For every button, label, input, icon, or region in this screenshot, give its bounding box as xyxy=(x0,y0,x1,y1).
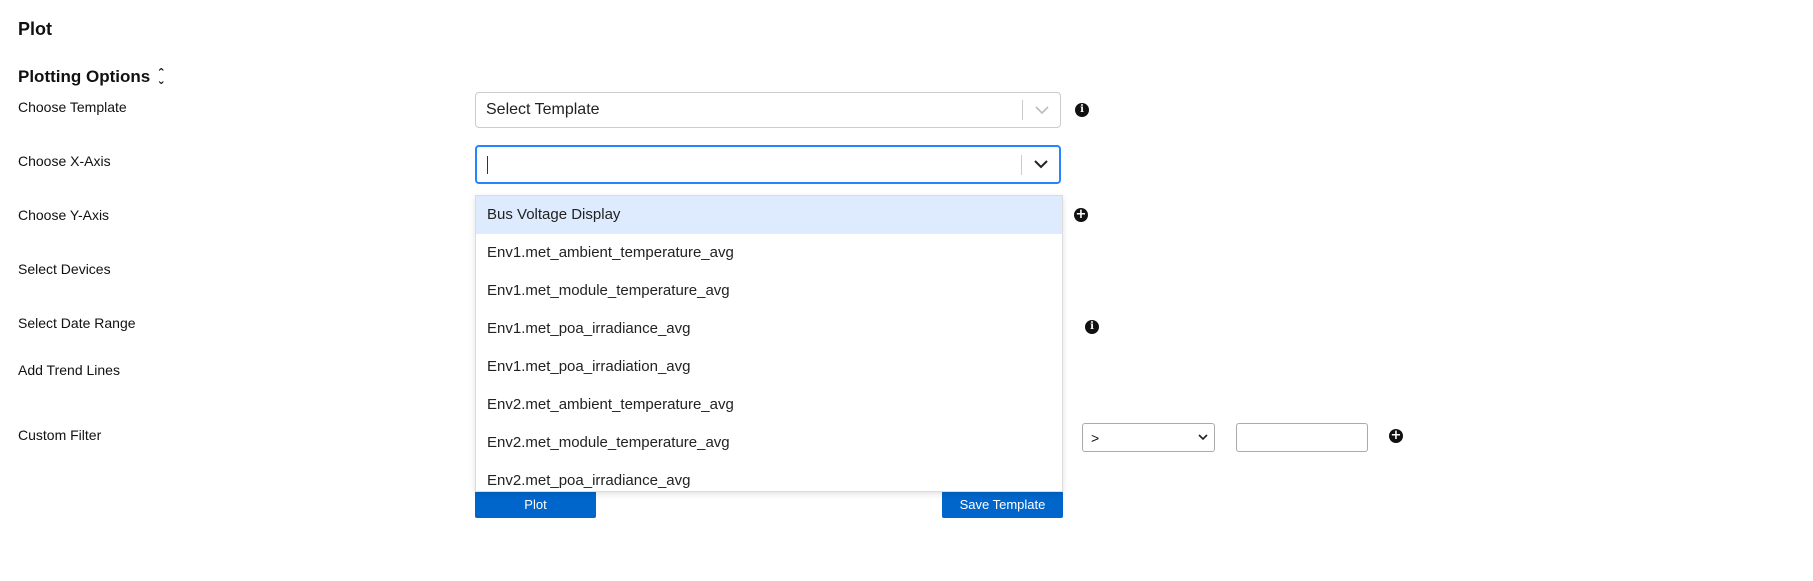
filter-operator-value: > xyxy=(1091,429,1100,446)
chevron-down-icon[interactable] xyxy=(1023,105,1060,115)
dropdown-option[interactable]: Env2.met_module_temperature_avg xyxy=(476,424,1062,462)
filter-operator-select[interactable]: > xyxy=(1082,423,1215,452)
dropdown-option[interactable]: Env1.met_poa_irradiance_avg xyxy=(476,310,1062,348)
page-title: Plot xyxy=(18,19,52,39)
dropdown-option[interactable]: Env2.met_ambient_temperature_avg xyxy=(476,386,1062,424)
add-filter-icon[interactable]: + xyxy=(1389,429,1403,443)
dropdown-option[interactable]: Bus Voltage Display xyxy=(476,196,1062,234)
dropdown-option[interactable]: Env2.met_poa_irradiance_avg xyxy=(476,462,1062,491)
select-devices-label: Select Devices xyxy=(18,261,111,277)
section-title: Plotting Options xyxy=(18,67,151,86)
choose-template-label: Choose Template xyxy=(18,99,127,115)
x-axis-options-menu[interactable]: Bus Voltage Display Env1.met_ambient_temp… xyxy=(475,195,1063,492)
text-caret xyxy=(487,155,488,174)
chevron-up-down-icon[interactable]: ⌃ ⌄ xyxy=(156,68,166,87)
dropdown-option[interactable]: Env1.met_poa_irradiation_avg xyxy=(476,348,1062,386)
custom-filter-label: Custom Filter xyxy=(18,427,102,443)
save-template-button[interactable]: Save Template xyxy=(942,491,1063,518)
dropdown-option[interactable]: Env1.met_module_temperature_avg xyxy=(476,272,1062,310)
dropdown-option[interactable]: Env1.met_ambient_temperature_avg xyxy=(476,234,1062,272)
add-y-axis-icon[interactable]: + xyxy=(1074,208,1088,222)
template-info-icon[interactable]: i xyxy=(1075,103,1089,117)
select-date-range-label: Select Date Range xyxy=(18,315,136,331)
chevron-down-icon xyxy=(1198,434,1208,441)
add-trend-lines-label: Add Trend Lines xyxy=(18,362,120,378)
template-select-value: Select Template xyxy=(486,101,600,118)
date-range-info-icon[interactable]: i xyxy=(1085,320,1099,334)
x-axis-select[interactable] xyxy=(475,145,1061,184)
plotting-options-header[interactable]: Plotting Options ⌃ ⌄ xyxy=(18,67,166,87)
chevron-down-icon[interactable] xyxy=(1022,160,1059,169)
choose-x-axis-label: Choose X-Axis xyxy=(18,153,111,169)
template-select[interactable]: Select Template xyxy=(475,92,1061,128)
filter-value-input[interactable] xyxy=(1236,423,1368,452)
plot-button[interactable]: Plot xyxy=(475,491,596,518)
choose-y-axis-label: Choose Y-Axis xyxy=(18,207,110,223)
